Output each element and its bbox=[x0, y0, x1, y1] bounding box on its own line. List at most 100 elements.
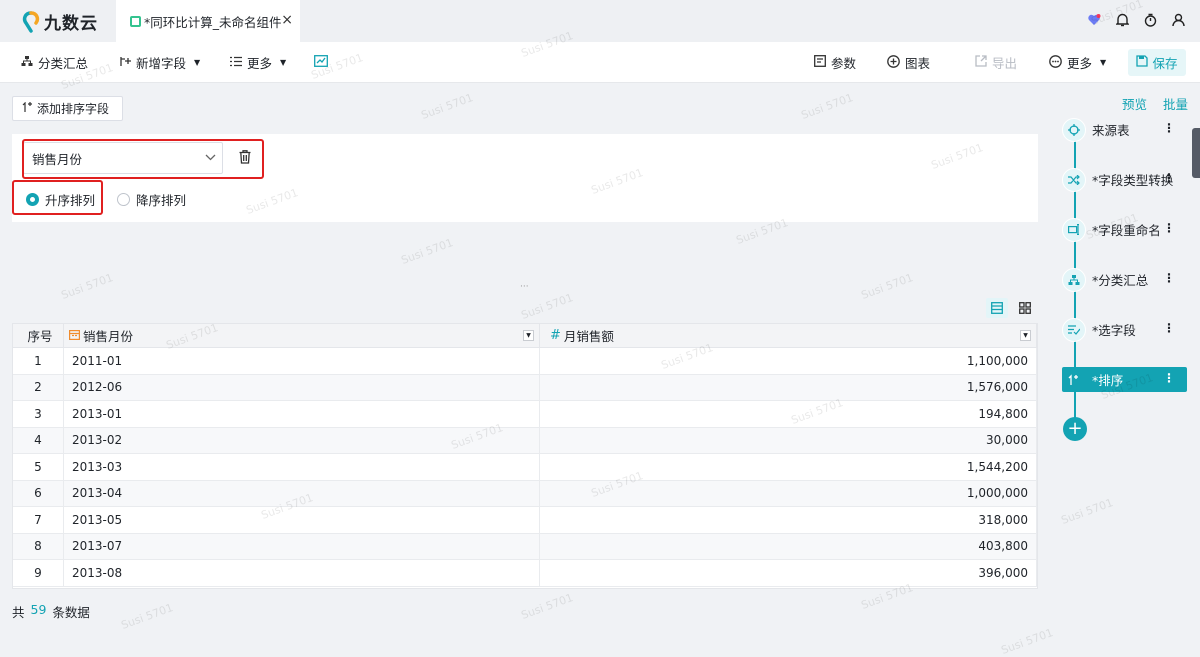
pipeline-step-label: *排序 bbox=[1092, 373, 1124, 388]
row-index-cell: 8 bbox=[13, 533, 64, 559]
number-field-icon: # bbox=[550, 328, 561, 343]
batch-link[interactable]: 批量 bbox=[1163, 94, 1188, 113]
chart-button[interactable]: 图表 bbox=[887, 42, 930, 83]
chart-view-button[interactable] bbox=[314, 42, 328, 83]
header-index-label: 序号 bbox=[27, 329, 53, 344]
add-sort-field-button[interactable]: 添加排序字段 bbox=[12, 96, 123, 121]
row-month-cell: 2013-05 bbox=[64, 507, 540, 533]
header-sales[interactable]: # 月销售额 ▼ bbox=[540, 324, 1037, 347]
row-month-cell: 2013-07 bbox=[64, 533, 540, 559]
date-field-icon bbox=[69, 328, 81, 343]
group-summary-label: 分类汇总 bbox=[38, 56, 89, 71]
logo-text: 九数云 bbox=[44, 14, 98, 34]
table-row[interactable]: 3 2013-01 194,800 bbox=[13, 401, 1037, 428]
more-vertical-icon[interactable]: ⋮ bbox=[1163, 121, 1175, 135]
bell-icon[interactable] bbox=[1114, 12, 1130, 28]
crosshair-icon bbox=[1062, 117, 1086, 142]
row-month-cell: 2013-08 bbox=[64, 560, 540, 586]
add-sort-label: 添加排序字段 bbox=[37, 102, 110, 116]
more-vertical-icon[interactable]: ⋮ bbox=[1163, 171, 1175, 185]
table-row[interactable]: 7 2013-05 318,000 bbox=[13, 507, 1037, 534]
line-chart-icon bbox=[314, 55, 328, 70]
logo-mark-icon bbox=[22, 10, 40, 33]
more-vertical-icon[interactable]: ⋮ bbox=[1163, 271, 1175, 285]
header-index: 序号 bbox=[13, 324, 64, 347]
user-icon[interactable] bbox=[1170, 12, 1186, 28]
group-summary-button[interactable]: 分类汇总 bbox=[21, 42, 88, 83]
pipeline-step[interactable]: *排序 ⋮ bbox=[1062, 367, 1187, 392]
toolbar: 分类汇总 新增字段 ▼ 更多 ▼ 参数 图表 导出 更多 ▼ 保存 bbox=[0, 42, 1200, 83]
sort-icon bbox=[1062, 368, 1086, 392]
row-sales-cell: 1,576,000 bbox=[540, 374, 1037, 400]
row-month-cell: 2011-01 bbox=[64, 348, 540, 374]
row-month-cell: 2013-01 bbox=[64, 401, 540, 427]
app-logo[interactable]: 九数云 bbox=[22, 9, 98, 34]
preview-link[interactable]: 预览 bbox=[1122, 94, 1147, 113]
row-sales-cell: 396,000 bbox=[540, 560, 1037, 586]
row-sales-cell: 30,000 bbox=[540, 427, 1037, 453]
row-index-cell: 6 bbox=[13, 480, 64, 506]
heart-badge-icon[interactable] bbox=[1086, 12, 1102, 28]
save-button[interactable]: 保存 bbox=[1128, 49, 1186, 76]
pipeline-step[interactable]: 来源表 ⋮ bbox=[1062, 117, 1187, 142]
pipeline-step[interactable]: *选字段 ⋮ bbox=[1062, 317, 1187, 342]
more-vertical-icon[interactable]: ⋮ bbox=[1163, 371, 1175, 385]
row-index-cell: 4 bbox=[13, 427, 64, 453]
resize-handle[interactable]: ··· bbox=[520, 282, 529, 292]
add-step-button[interactable]: + bbox=[1063, 417, 1087, 441]
tree-icon bbox=[1062, 267, 1086, 292]
pipeline-step[interactable]: *字段重命名 ⋮ bbox=[1062, 217, 1187, 242]
header-month-label: 销售月份 bbox=[83, 329, 134, 344]
tree-icon bbox=[21, 55, 33, 70]
pipeline-step-label: *字段重命名 bbox=[1092, 223, 1161, 238]
export-button[interactable]: 导出 bbox=[975, 42, 1017, 83]
pipeline-step[interactable]: *分类汇总 ⋮ bbox=[1062, 267, 1187, 292]
table-row[interactable]: 5 2013-03 1,544,200 bbox=[13, 454, 1037, 481]
view-toggle bbox=[986, 298, 1036, 318]
column-menu-icon[interactable]: ▼ bbox=[1020, 330, 1031, 341]
params-button[interactable]: 参数 bbox=[814, 42, 856, 83]
more-left-button[interactable]: 更多 ▼ bbox=[230, 42, 286, 83]
grid-view-icon[interactable] bbox=[1014, 298, 1036, 318]
table-row[interactable]: 2 2012-06 1,576,000 bbox=[13, 374, 1037, 401]
row-sales-cell: 194,800 bbox=[540, 401, 1037, 427]
params-label: 参数 bbox=[831, 56, 857, 71]
close-icon[interactable]: × bbox=[281, 12, 293, 28]
timer-icon[interactable] bbox=[1142, 12, 1158, 28]
row-index-cell: 2 bbox=[13, 374, 64, 400]
side-drawer-handle[interactable] bbox=[1192, 128, 1200, 178]
table-row[interactable]: 9 2013-08 396,000 bbox=[13, 560, 1037, 587]
table-view-icon[interactable] bbox=[986, 298, 1008, 318]
more-circle-icon bbox=[1049, 54, 1062, 71]
row-count-prefix: 共 bbox=[12, 605, 25, 620]
caret-down-icon: ▼ bbox=[1100, 58, 1107, 67]
table-row[interactable]: 6 2013-04 1,000,000 bbox=[13, 480, 1037, 507]
save-label: 保存 bbox=[1152, 56, 1178, 71]
row-index-cell: 1 bbox=[13, 348, 64, 374]
pipeline-panel: 预览 批量 来源表 ⋮ *字段类型转换 ⋮ *字段重命名 ⋮ *分类汇总 ⋮ *选字段 ⋮ *排序 ⋮… bbox=[1050, 83, 1200, 638]
pipeline-step[interactable]: *字段类型转换 ⋮ bbox=[1062, 167, 1187, 192]
header-sales-label: 月销售额 bbox=[563, 329, 614, 344]
desc-radio[interactable] bbox=[117, 193, 131, 206]
more-right-button[interactable]: 更多 ▼ bbox=[1049, 42, 1106, 83]
table-row[interactable]: 8 2013-07 403,800 bbox=[13, 533, 1037, 560]
row-month-cell: 2012-06 bbox=[64, 374, 540, 400]
table-row[interactable]: 4 2013-02 30,000 bbox=[13, 427, 1037, 454]
add-field-button[interactable]: 新增字段 ▼ bbox=[119, 42, 200, 83]
row-month-cell: 2013-03 bbox=[64, 454, 540, 480]
column-menu-icon[interactable]: ▼ bbox=[523, 330, 534, 341]
pipeline-links: 预览 批量 bbox=[1122, 94, 1188, 113]
list-icon bbox=[230, 55, 242, 70]
table-row[interactable]: 1 2011-01 1,100,000 bbox=[13, 348, 1037, 375]
more-vertical-icon[interactable]: ⋮ bbox=[1163, 321, 1175, 335]
more-vertical-icon[interactable]: ⋮ bbox=[1163, 221, 1175, 235]
tab-component[interactable]: *同环比计算_未命名组件 × bbox=[116, 0, 300, 42]
row-index-cell: 9 bbox=[13, 560, 64, 586]
header-month[interactable]: 销售月份 ▼ bbox=[64, 324, 540, 347]
row-count: 共 59 条数据 bbox=[12, 602, 90, 621]
table-header: 序号 销售月份 ▼ # 月销售额 ▼ bbox=[13, 324, 1037, 348]
save-icon bbox=[1136, 55, 1149, 70]
export-icon bbox=[975, 55, 987, 70]
desc-label[interactable]: 降序排列 bbox=[136, 190, 186, 209]
row-sales-cell: 318,000 bbox=[540, 507, 1037, 533]
